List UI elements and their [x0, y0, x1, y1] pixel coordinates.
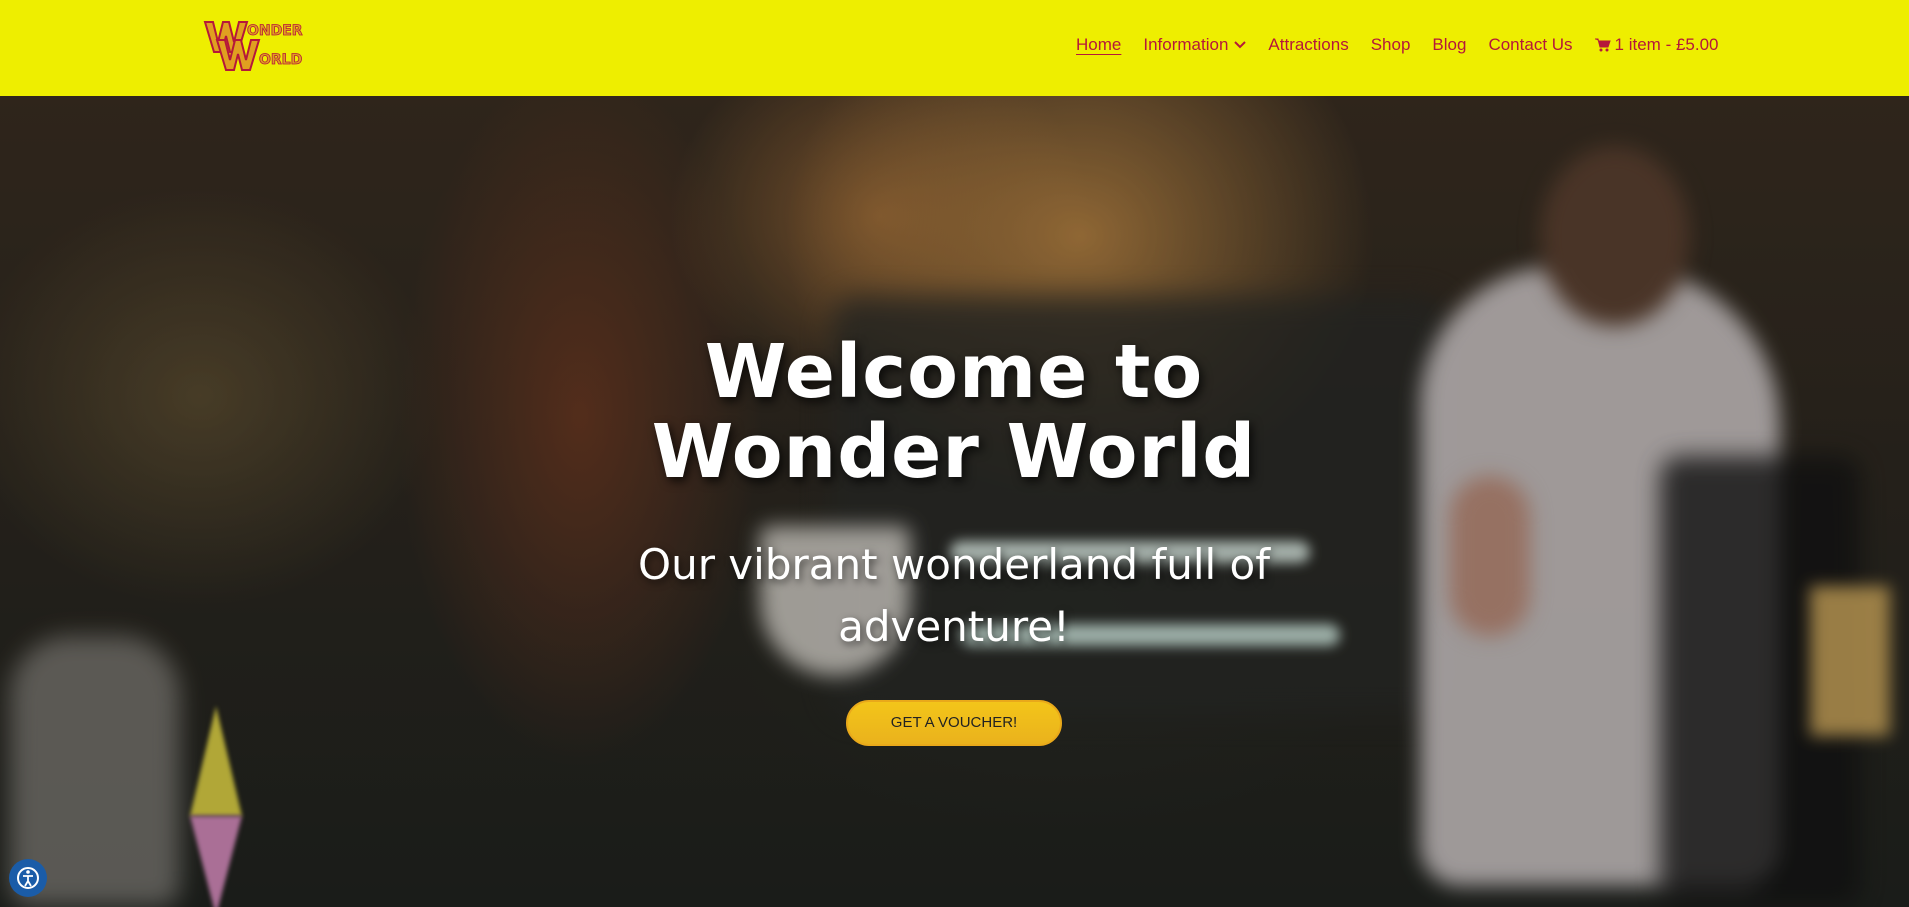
- accessibility-button[interactable]: [9, 859, 47, 897]
- nav-home-link[interactable]: Home: [1076, 32, 1121, 58]
- chevron-down-icon: [1234, 41, 1247, 49]
- cart-summary: 1 item - £5.00: [1614, 35, 1719, 54]
- wonder-world-logo: ONDER ORLD: [203, 21, 303, 71]
- hero-subtitle: Our vibrant wonderland full of adventure…: [638, 540, 1270, 651]
- nav-attractions-link[interactable]: Attractions: [1268, 32, 1348, 58]
- main-navigation: Home Information Attractions Shop Blog C…: [1076, 32, 1719, 58]
- hero-content: Welcome to Wonder World Our vibrant wond…: [454, 332, 1454, 746]
- accessibility-icon: [17, 867, 39, 889]
- svg-text:ORLD: ORLD: [259, 52, 302, 68]
- nav-information-link[interactable]: Information: [1143, 32, 1247, 58]
- nav-shop-link[interactable]: Shop: [1371, 32, 1411, 58]
- hero-title: Welcome to Wonder World: [651, 329, 1257, 495]
- site-logo[interactable]: ONDER ORLD: [203, 18, 313, 72]
- get-voucher-button[interactable]: GET A VOUCHER!: [846, 700, 1062, 746]
- hero-section: Welcome to Wonder World Our vibrant wond…: [0, 96, 1909, 907]
- nav-information-label: Information: [1143, 35, 1229, 54]
- shopping-cart-icon: [1594, 38, 1611, 52]
- nav-cart-link[interactable]: 1 item - £5.00: [1594, 32, 1719, 58]
- nav-blog-link[interactable]: Blog: [1432, 32, 1466, 58]
- site-header: ONDER ORLD Home Information Attractions …: [0, 0, 1909, 96]
- svg-text:ONDER: ONDER: [247, 23, 303, 39]
- nav-contact-link[interactable]: Contact Us: [1488, 32, 1572, 58]
